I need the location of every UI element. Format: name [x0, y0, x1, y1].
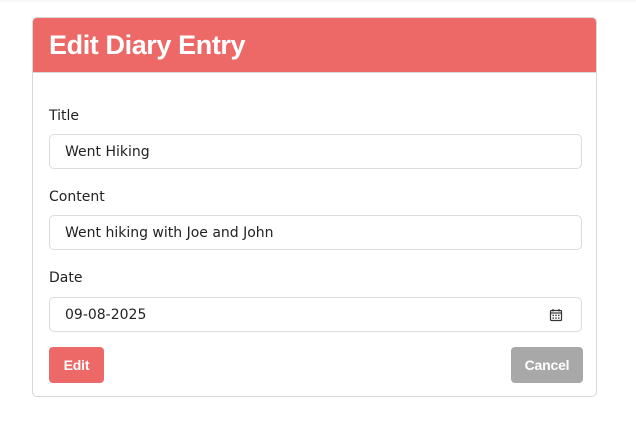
content-input[interactable]: Went hiking with Joe and John	[49, 215, 582, 250]
date-input-value: 09-08-2025	[65, 306, 147, 323]
content-label: Content	[49, 189, 105, 205]
date-label: Date	[49, 270, 83, 286]
date-input[interactable]: 09-08-2025	[49, 297, 582, 332]
cancel-button[interactable]: Cancel	[511, 347, 583, 383]
edit-button[interactable]: Edit	[49, 347, 104, 383]
edit-diary-entry-card: Edit Diary Entry Title Went Hiking Conte…	[32, 17, 597, 397]
page-title: Edit Diary Entry	[49, 29, 246, 60]
title-input-value: Went Hiking	[65, 143, 150, 160]
title-label: Title	[49, 108, 80, 124]
card-header: Edit Diary Entry	[33, 18, 596, 73]
title-input[interactable]: Went Hiking	[49, 134, 582, 169]
page-top-line	[0, 0, 636, 3]
content-input-value: Went hiking with Joe and John	[65, 224, 274, 241]
calendar-icon[interactable]	[549, 308, 563, 322]
